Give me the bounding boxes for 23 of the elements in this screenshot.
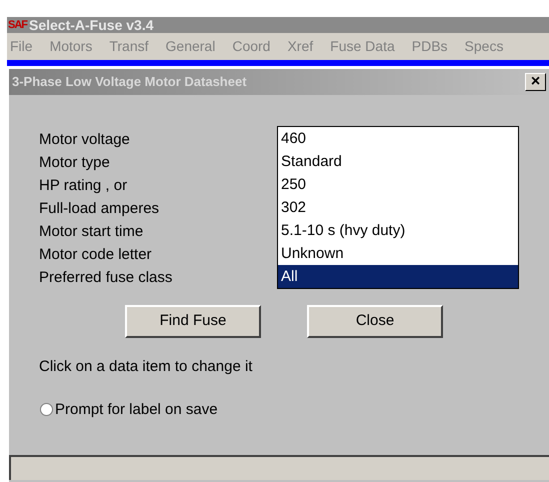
- data-item[interactable]: 460: [278, 127, 518, 150]
- data-item[interactable]: Unknown: [278, 242, 518, 265]
- field-label: Motor voltage: [39, 130, 131, 150]
- data-item[interactable]: 5.1-10 s (hvy duty): [278, 219, 518, 242]
- dialog-title: 3-Phase Low Voltage Motor Datasheet: [12, 73, 247, 92]
- hint-text: Click on a data item to change it: [39, 357, 254, 377]
- app-logo: SAF: [8, 20, 27, 30]
- field-label: HP rating , or: [39, 176, 128, 196]
- data-item[interactable]: Standard: [278, 150, 518, 173]
- radio-label[interactable]: Prompt for label on save: [55, 398, 218, 421]
- field-label: Full-load amperes: [39, 199, 160, 219]
- window-title: Select-A-Fuse v3.4: [29, 18, 154, 32]
- field-label: Preferred fuse class: [39, 268, 174, 288]
- field-label: Motor start time: [39, 222, 144, 242]
- close-button[interactable]: ×: [525, 73, 546, 91]
- field-label: Motor type: [39, 153, 111, 173]
- field-label: Motor code letter: [39, 245, 153, 265]
- dialog-button[interactable]: Close: [307, 305, 443, 338]
- data-item[interactable]: 302: [278, 196, 518, 219]
- data-item[interactable]: 250: [278, 173, 518, 196]
- radio-button[interactable]: [40, 403, 53, 416]
- data-item[interactable]: All: [278, 265, 518, 288]
- dialog-button[interactable]: Find Fuse: [125, 305, 261, 338]
